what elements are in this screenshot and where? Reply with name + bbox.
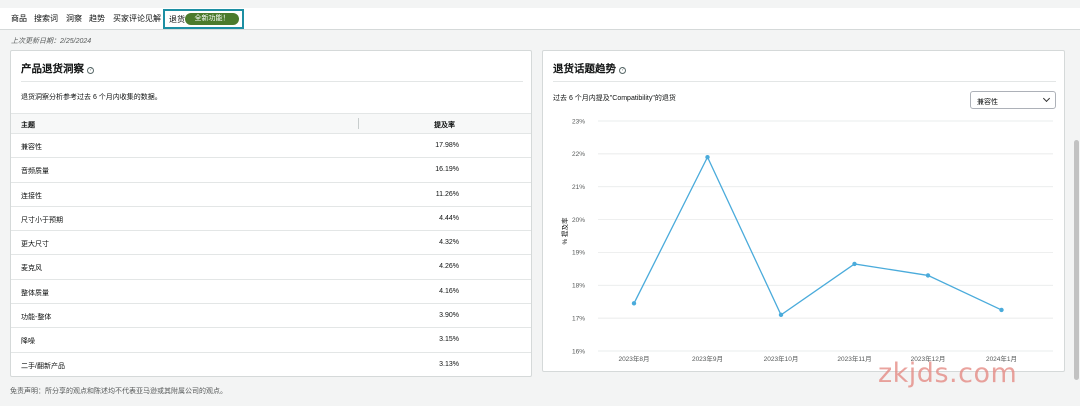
data-point (778, 312, 784, 318)
table-row: 功能-整体 3.90% (11, 304, 531, 329)
card-description: 退货洞察分析参考过去 6 个月内收集的数据。 (21, 94, 162, 101)
card-title: 产品退货洞察? (21, 61, 94, 76)
data-point (925, 273, 931, 278)
row-rate: 17.98% (435, 142, 459, 149)
column-header-topic[interactable]: 主题 (21, 120, 35, 130)
y-tick-label: 22% (572, 151, 585, 158)
table-row: 音频质量 16.19% (11, 158, 531, 183)
row-topic: 功能-整体 (21, 314, 52, 322)
card-title-text: 退货话题趋势 (553, 63, 616, 75)
table-row: 降噪 3.15% (11, 328, 531, 353)
trend-line-chart: 16% 17% 18% 19% 20% 21% 22% 23% % 提及率 2023年8月 2023… (560, 118, 1053, 363)
x-tick-label: 2023年8月 (618, 354, 649, 363)
row-rate: 4.44% (439, 214, 459, 222)
last-updated-text: 上次更新日期：2/25/2024 (11, 38, 92, 45)
tab-insights[interactable]: 洞察 (66, 13, 82, 24)
row-topic: 二手/翻新产品 (21, 362, 65, 370)
series-line (633, 155, 1002, 316)
y-tick-label: 16% (572, 348, 585, 355)
y-tick-label: 20% (572, 217, 585, 224)
y-tick-label: 17% (572, 315, 585, 322)
topic-select[interactable]: 兼容性 (970, 91, 1056, 109)
info-icon[interactable]: ? (87, 67, 94, 74)
disclaimer-text: 免责声明：所分享的观点和陈述均不代表亚马逊或其附属公司的观点。 (10, 388, 227, 395)
divider (553, 81, 1056, 82)
column-header-rate[interactable]: 提及率 (434, 120, 455, 130)
x-tick-label: 2023年10月 (764, 354, 799, 363)
row-rate: 3.13% (439, 360, 459, 368)
row-rate: 4.16% (439, 287, 459, 295)
row-topic: 整体质量 (21, 289, 49, 297)
table-row: 更大尺寸 4.32% (11, 231, 531, 256)
row-rate: 11.26% (435, 190, 459, 198)
tab-returns[interactable]: 退货 全新功能！ (163, 9, 244, 29)
y-tick-label: 21% (572, 184, 585, 191)
card-title-text: 产品退货洞察 (21, 63, 84, 75)
row-rate: 3.90% (439, 312, 459, 320)
topic-select-value: 兼容性 (977, 99, 998, 106)
new-feature-badge: 全新功能！ (185, 13, 239, 25)
x-tick-label: 2023年11月 (837, 354, 871, 363)
row-topic: 更大尺寸 (21, 241, 49, 249)
y-tick-label: 23% (572, 118, 585, 125)
row-rate: 3.15% (439, 336, 459, 344)
row-rate: 4.32% (439, 239, 459, 247)
returns-topic-trend-card: 退货话题趋势? 过去 6 个月内提及"Compatibility"的退货 兼容性… (542, 50, 1065, 372)
data-point (999, 307, 1004, 313)
data-point (852, 261, 857, 267)
watermark-text: zkjds.com (878, 358, 1018, 389)
tab-search-terms[interactable]: 搜索词 (34, 13, 58, 24)
y-axis-label: % 提及率 (560, 217, 569, 245)
row-topic: 降噪 (21, 338, 35, 346)
y-tick-label: 19% (572, 250, 585, 257)
row-rate: 16.19% (435, 166, 459, 174)
table-row: 连接性 11.26% (11, 183, 531, 207)
row-topic: 连接性 (21, 192, 42, 200)
table-header: 主题 提及率 (11, 113, 531, 134)
y-tick-label: 18% (572, 283, 585, 290)
scrollbar[interactable] (1074, 140, 1079, 380)
tab-bar: 商品 搜索词 洞察 趋势 买家评论见解 (0, 8, 1080, 30)
row-topic: 麦克风 (21, 265, 42, 273)
column-divider[interactable] (358, 118, 359, 129)
table-row: 尺寸小于预期 4.44% (11, 207, 531, 232)
chevron-down-icon (1042, 94, 1051, 103)
table-row: 麦克风 4.26% (11, 255, 531, 280)
data-point (705, 154, 710, 160)
divider (21, 81, 523, 82)
row-rate: 4.26% (439, 263, 459, 271)
table-row: 兼容性 17.98% (11, 134, 531, 159)
tab-products[interactable]: 商品 (11, 13, 27, 24)
tab-trends[interactable]: 趋势 (89, 13, 105, 24)
x-tick-label: 2023年9月 (692, 354, 723, 363)
chart-description: 过去 6 个月内提及"Compatibility"的退货 (553, 95, 676, 102)
data-point (631, 301, 637, 306)
product-returns-insights-card: 产品退货洞察? 退货洞察分析参考过去 6 个月内收集的数据。 主题 提及率 兼容… (10, 50, 532, 377)
row-topic: 兼容性 (21, 144, 42, 151)
tab-returns-label: 退货 (169, 15, 185, 24)
row-topic: 尺寸小于预期 (21, 216, 63, 224)
table-row: 二手/翻新产品 3.13% (11, 353, 531, 377)
table-row: 整体质量 4.16% (11, 280, 531, 305)
returns-topic-table: 主题 提及率 兼容性 17.98% 音频质量 16.19% 连接性 11.26% 尺寸… (11, 113, 531, 377)
tab-review-insights[interactable]: 买家评论见解 (113, 13, 161, 24)
info-icon[interactable]: ? (619, 67, 626, 74)
row-topic: 音频质量 (21, 168, 49, 176)
card-title: 退货话题趋势? (553, 61, 626, 76)
